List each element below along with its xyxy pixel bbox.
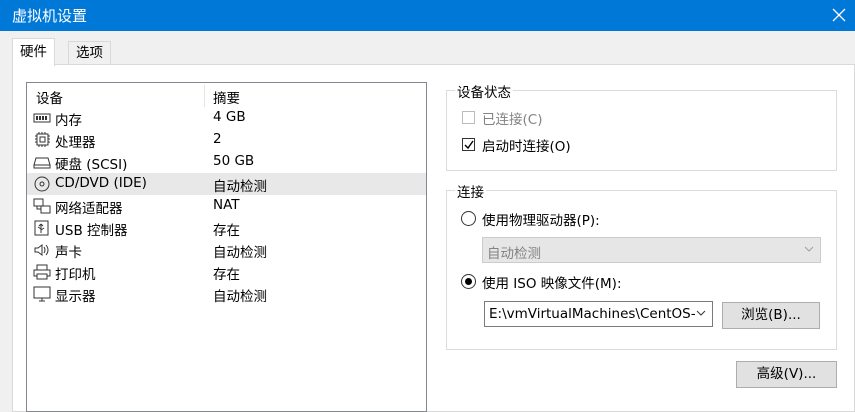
column-divider[interactable]: [204, 85, 205, 107]
device-name: 网络适配器: [55, 201, 123, 217]
device-name: 处理器: [55, 135, 96, 151]
device-row-display[interactable]: 显示器 自动检测: [27, 283, 426, 305]
physical-drive-value: 自动检测: [487, 246, 541, 262]
advanced-button[interactable]: 高级(V)...: [736, 361, 837, 388]
device-summary: 4 GB: [213, 109, 246, 125]
device-row-usb-controller[interactable]: USB 控制器 存在: [27, 217, 426, 239]
tab-bar: 硬件 选项: [0, 31, 855, 66]
device-list-header: 设备 摘要: [27, 83, 426, 107]
title-bar: 虚拟机设置: [0, 0, 855, 31]
tab-options[interactable]: 选项: [68, 41, 111, 65]
cd-dvd-icon: [34, 176, 50, 192]
physical-drive-label: 使用物理驱动器(P):: [482, 213, 600, 229]
network-adapter-icon: [33, 198, 51, 214]
device-summary: 2: [213, 131, 222, 147]
device-name: 声卡: [55, 245, 82, 261]
printer-icon: [33, 264, 51, 280]
device-name: 显示器: [55, 289, 96, 305]
memory-icon: [33, 113, 51, 123]
connected-label: 已连接(C): [482, 112, 543, 128]
close-icon: [832, 8, 846, 22]
device-summary: 自动检测: [213, 245, 267, 261]
close-button[interactable]: [823, 0, 855, 31]
harddisk-icon: [33, 157, 51, 169]
device-row-memory[interactable]: 内存 4 GB: [27, 107, 426, 129]
device-row-harddisk[interactable]: 硬盘 (SCSI) 50 GB: [27, 151, 426, 173]
device-name: 内存: [55, 113, 82, 129]
device-summary: 存在: [213, 223, 240, 239]
device-name: 打印机: [55, 267, 96, 283]
physical-drive-select[interactable]: 自动检测: [482, 237, 821, 263]
device-row-processor[interactable]: 处理器 2: [27, 129, 426, 151]
usb-icon: [34, 220, 49, 236]
monitor-icon: [33, 286, 51, 302]
device-row-sound-card[interactable]: 声卡 自动检测: [27, 239, 426, 261]
device-summary: 存在: [213, 267, 240, 283]
device-summary: 自动检测: [213, 289, 267, 305]
device-name: CD/DVD (IDE): [55, 175, 147, 191]
physical-drive-radio[interactable]: [461, 211, 476, 226]
device-summary: 自动检测: [213, 179, 267, 195]
device-name: 硬盘 (SCSI): [55, 157, 128, 173]
device-name: USB 控制器: [55, 223, 128, 239]
column-header-device[interactable]: 设备: [36, 87, 63, 107]
iso-image-label: 使用 ISO 映像文件(M):: [482, 276, 622, 292]
chevron-down-icon: [804, 246, 814, 252]
iso-path-combobox[interactable]: E:\vmVirtualMachines\CentOS-: [484, 301, 713, 327]
iso-path-value[interactable]: E:\vmVirtualMachines\CentOS-: [489, 306, 696, 322]
connected-checkbox[interactable]: [462, 111, 475, 124]
connect-on-start-label: 启动时连接(O): [482, 139, 571, 155]
tab-hardware[interactable]: 硬件: [12, 38, 55, 66]
connect-on-start-checkbox[interactable]: [462, 138, 475, 151]
device-row-printer[interactable]: 打印机 存在: [27, 261, 426, 283]
device-summary: 50 GB: [213, 153, 255, 169]
connection-legend: 连接: [455, 181, 486, 201]
checkmark-icon: [464, 140, 474, 150]
device-status-legend: 设备状态: [455, 81, 513, 101]
window-title: 虚拟机设置: [12, 7, 88, 25]
device-summary: NAT: [213, 197, 240, 213]
device-row-network-adapter[interactable]: 网络适配器 NAT: [27, 195, 426, 217]
speaker-icon: [34, 244, 49, 256]
chevron-down-icon: [696, 310, 706, 316]
device-list[interactable]: 设备 摘要 内存 4 GB 处理器 2 硬盘 (SCSI) 50 GB CD/D…: [26, 82, 427, 412]
cpu-icon: [35, 132, 50, 147]
column-header-summary[interactable]: 摘要: [213, 87, 240, 107]
device-row-cd-dvd[interactable]: CD/DVD (IDE) 自动检测: [27, 173, 426, 195]
iso-image-radio[interactable]: [461, 274, 476, 289]
device-status-group: 设备状态: [446, 81, 837, 171]
browse-button[interactable]: 浏览(B)...: [722, 302, 820, 329]
